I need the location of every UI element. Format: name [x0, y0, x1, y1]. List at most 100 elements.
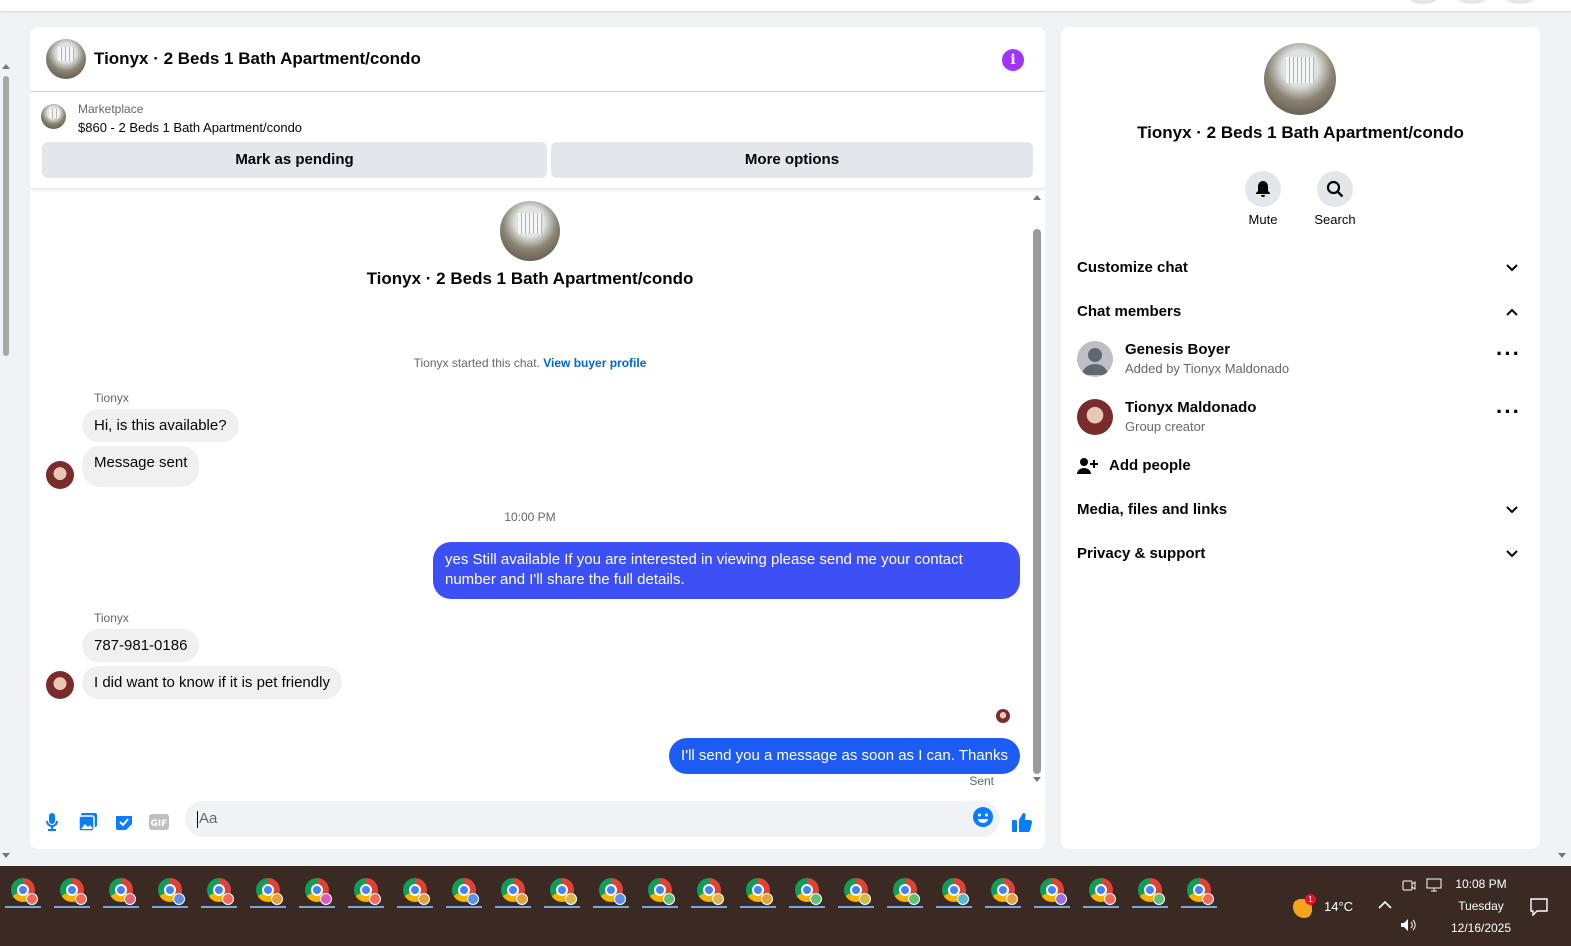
taskbar-chrome-window[interactable]	[885, 872, 925, 908]
taskbar-chrome-window[interactable]	[542, 872, 582, 908]
taskbar-chrome-window[interactable]	[199, 872, 239, 908]
sticker-icon[interactable]	[113, 811, 135, 833]
taskbar-chrome-window[interactable]	[836, 872, 876, 908]
privacy-support-section[interactable]: Privacy & support	[1077, 539, 1527, 569]
taskbar-chrome-window[interactable]	[346, 872, 386, 908]
scroll-up-arrow[interactable]	[1033, 195, 1041, 200]
emoji-icon[interactable]	[972, 806, 994, 828]
member-row[interactable]: Tionyx Maldonado Group creator ···	[1077, 395, 1527, 439]
scroll-down-arrow[interactable]	[1033, 777, 1041, 782]
more-options-button[interactable]: More options	[551, 142, 1033, 178]
thumbs-up-icon[interactable]	[1011, 811, 1033, 833]
sender-name: Tionyx	[94, 611, 129, 625]
taskbar-chrome-window[interactable]	[591, 872, 631, 908]
message-input[interactable]: Aa	[185, 801, 1000, 837]
page-scrollbar-thumb[interactable]	[3, 76, 9, 356]
taskbar-chrome-window[interactable]	[689, 872, 729, 908]
incoming-message[interactable]: Message sent	[82, 446, 200, 487]
listing-title[interactable]: $860 - 2 Beds 1 Bath Apartment/condo	[78, 120, 302, 135]
chrome-icon	[942, 878, 969, 905]
outgoing-message[interactable]: yes Still available If you are intereste…	[433, 542, 1020, 599]
sender-avatar[interactable]	[46, 671, 74, 699]
taskbar-chrome-window[interactable]	[738, 872, 778, 908]
photo-icon[interactable]	[77, 811, 99, 833]
taskbar-chrome-window[interactable]	[1130, 872, 1170, 908]
search-label: Search	[1314, 212, 1356, 227]
clock-day[interactable]: Tuesday	[1446, 899, 1516, 913]
chevron-down-icon[interactable]	[1497, 539, 1527, 569]
network-icon[interactable]	[1426, 878, 1442, 892]
chevron-up-icon[interactable]	[1378, 900, 1392, 910]
outgoing-message[interactable]: I'll send you a message as soon as I can…	[669, 738, 1020, 774]
message-scrollbar[interactable]	[1030, 189, 1044, 789]
search-button[interactable]	[1317, 171, 1353, 207]
taskbar-chrome-window[interactable]	[101, 872, 141, 908]
temperature[interactable]: 14°C	[1324, 899, 1353, 914]
volume-icon[interactable]	[1400, 918, 1418, 932]
add-people-button[interactable]: Add people	[1077, 451, 1527, 481]
mute-button[interactable]	[1245, 171, 1281, 207]
taskbar-chrome-window[interactable]	[297, 872, 337, 908]
conversation-title: Tionyx · 2 Beds 1 Bath Apartment/condo	[366, 269, 694, 288]
scroll-down-arrow[interactable]	[2, 853, 10, 858]
chrome-icon	[1089, 878, 1116, 905]
chat-info-sidebar: Tionyx · 2 Beds 1 Bath Apartment/condo M…	[1061, 27, 1540, 849]
chat-members-section[interactable]: Chat members	[1077, 297, 1527, 327]
taskbar-chrome-window[interactable]	[3, 872, 43, 908]
taskbar-chrome-window[interactable]	[1179, 872, 1219, 908]
scroll-up-arrow[interactable]	[2, 64, 10, 69]
customize-chat-section[interactable]: Customize chat	[1077, 253, 1527, 283]
taskbar-chrome-window[interactable]	[934, 872, 974, 908]
chrome-icon	[1138, 878, 1165, 905]
taskbar-chrome-window[interactable]	[52, 872, 92, 908]
chrome-icon	[991, 878, 1018, 905]
more-icon[interactable]: ···	[1496, 343, 1521, 365]
taskbar-chrome-window[interactable]	[493, 872, 533, 908]
nav-button[interactable]	[1408, 0, 1438, 4]
conversation-avatar[interactable]	[500, 201, 560, 261]
page-scroll-down-arrow[interactable]	[1558, 853, 1566, 858]
microphone-icon[interactable]	[41, 811, 63, 833]
notification-icon[interactable]	[1530, 898, 1548, 916]
more-icon[interactable]: ···	[1496, 401, 1521, 423]
page-scrollbar[interactable]	[0, 60, 12, 860]
incoming-message[interactable]: 787-981-0186	[82, 629, 200, 662]
taskbar-chrome-window[interactable]	[248, 872, 288, 908]
chevron-down-icon[interactable]	[1497, 495, 1527, 525]
media-files-links-section[interactable]: Media, files and links	[1077, 495, 1527, 525]
member-row[interactable]: Genesis Boyer Added by Tionyx Maldonado …	[1077, 337, 1527, 381]
clock-time[interactable]: 10:08 PM	[1446, 877, 1516, 891]
chat-title[interactable]: Tionyx · 2 Beds 1 Bath Apartment/condo	[94, 49, 421, 69]
taskbar-chrome-window[interactable]	[395, 872, 435, 908]
taskbar-chrome-window[interactable]	[983, 872, 1023, 908]
listing-thumbnail[interactable]	[41, 104, 66, 129]
mark-as-pending-button[interactable]: Mark as pending	[42, 142, 547, 178]
incoming-message[interactable]: Hi, is this available?	[82, 409, 239, 442]
chevron-up-icon[interactable]	[1497, 297, 1527, 327]
taskbar-chrome-window[interactable]	[787, 872, 827, 908]
gif-icon[interactable]: GIF	[148, 811, 170, 833]
chat-avatar[interactable]	[46, 39, 86, 79]
sidebar-avatar[interactable]	[1264, 43, 1336, 115]
meet-now-icon[interactable]	[1402, 878, 1416, 892]
nav-button[interactable]	[1457, 0, 1487, 4]
message-scrollbar-thumb[interactable]	[1033, 229, 1041, 774]
view-buyer-profile-link[interactable]: View buyer profile	[543, 356, 646, 370]
customize-chat-label: Customize chat	[1077, 259, 1188, 276]
taskbar-chrome-window[interactable]	[1081, 872, 1121, 908]
mute-label: Mute	[1248, 212, 1278, 227]
sender-avatar[interactable]	[46, 461, 74, 489]
taskbar-chrome-window[interactable]	[1032, 872, 1072, 908]
delivery-status: Sent	[969, 774, 994, 788]
chat-members-label: Chat members	[1077, 303, 1182, 320]
clock-date[interactable]: 12/16/2025	[1446, 921, 1516, 935]
taskbar-chrome-window[interactable]	[444, 872, 484, 908]
member-avatar[interactable]	[1077, 399, 1113, 435]
chevron-down-icon[interactable]	[1497, 253, 1527, 283]
default-avatar[interactable]	[1077, 341, 1113, 377]
incoming-message[interactable]: I did want to know if it is pet friendly	[82, 666, 342, 699]
taskbar-chrome-window[interactable]	[150, 872, 190, 908]
profile-button[interactable]	[1505, 0, 1535, 4]
info-icon[interactable]: i	[1002, 49, 1024, 71]
taskbar-chrome-window[interactable]	[640, 872, 680, 908]
